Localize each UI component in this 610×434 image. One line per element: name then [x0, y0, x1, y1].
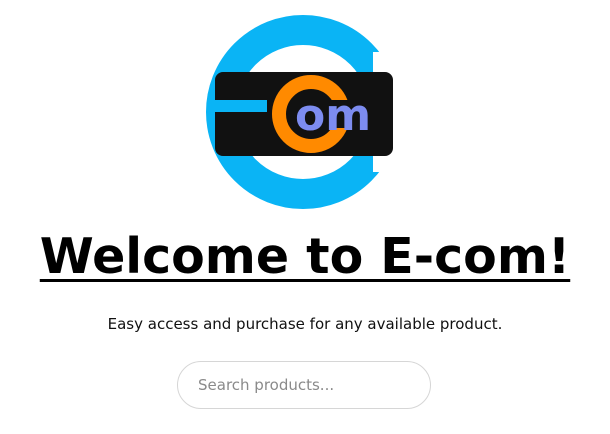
logo-e-bar: [215, 100, 267, 112]
ecom-logo-graphic: om: [206, 15, 403, 209]
page-subtitle: Easy access and purchase for any availab…: [107, 315, 503, 333]
logo-om-text: om: [295, 90, 371, 141]
search-bar: [177, 361, 431, 409]
search-input[interactable]: [177, 361, 431, 409]
ecom-logo: om: [203, 12, 403, 212]
page-title: Welcome to E-com!: [39, 228, 571, 285]
